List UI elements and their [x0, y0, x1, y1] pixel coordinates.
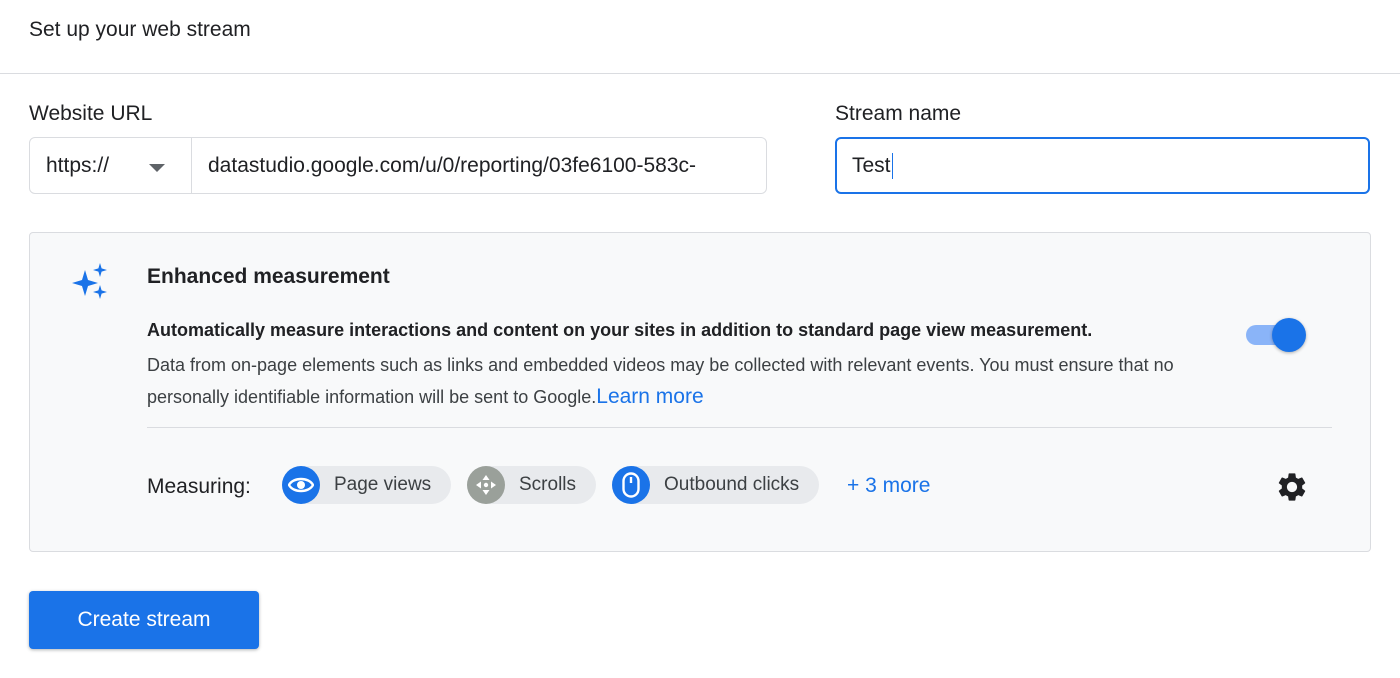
chip-page-views[interactable]: Page views: [282, 466, 452, 504]
enhanced-measurement-description: Data from on-page elements such as links…: [147, 349, 1237, 413]
stream-name-value: Test: [852, 153, 891, 177]
page-header: Set up your web stream: [0, 0, 1400, 74]
chip-outbound-clicks[interactable]: Outbound clicks: [612, 466, 820, 504]
scroll-arrows-icon: [467, 466, 505, 504]
more-measurements-link[interactable]: + 3 more: [847, 474, 930, 498]
sparkle-icon: [72, 263, 107, 299]
page-title: Set up your web stream: [29, 18, 251, 41]
chip-scrolls[interactable]: Scrolls: [467, 466, 597, 504]
website-url-input[interactable]: datastudio.google.com/u/0/reporting/03fe…: [192, 138, 766, 193]
chip-label: Page views: [334, 474, 432, 495]
enhanced-measurement-title: Enhanced measurement: [147, 265, 390, 288]
chip-label: Scrolls: [519, 474, 577, 495]
enhanced-measurement-summary: Automatically measure interactions and c…: [147, 320, 1093, 340]
website-url-group: https:// datastudio.google.com/u/0/repor…: [29, 137, 767, 194]
stream-name-label: Stream name: [835, 102, 962, 125]
measuring-label: Measuring:: [147, 475, 251, 498]
eye-icon: [282, 466, 320, 504]
enhanced-measurement-toggle[interactable]: [1246, 317, 1306, 352]
enhanced-measurement-card: Enhanced measurement Automatically measu…: [29, 232, 1371, 552]
mouse-icon: [612, 466, 650, 504]
gear-icon[interactable]: [1275, 470, 1309, 504]
learn-more-link[interactable]: Learn more: [596, 385, 703, 408]
website-url-label: Website URL: [29, 102, 153, 125]
create-stream-button[interactable]: Create stream: [29, 591, 259, 649]
chip-label: Outbound clicks: [664, 474, 800, 495]
text-cursor: [891, 152, 894, 179]
protocol-select[interactable]: https://: [30, 138, 192, 193]
stream-name-input[interactable]: Test: [835, 137, 1370, 194]
protocol-value: https://: [46, 153, 110, 177]
divider: [147, 427, 1332, 428]
toggle-knob: [1272, 318, 1306, 352]
chevron-down-icon: [149, 164, 165, 172]
